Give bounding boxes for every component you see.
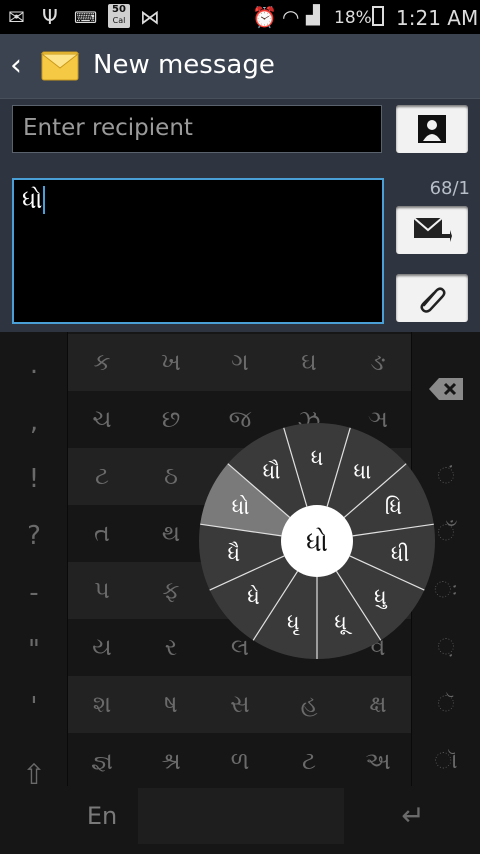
key-ka[interactable]: ક [68, 334, 136, 391]
attach-button[interactable] [396, 274, 468, 322]
status-bar: ✉ Ψ ⌨ 50 Cal ⋈ ⏰ ◠ ▟ 18% 1:21 AM [0, 0, 480, 34]
key-period[interactable]: . [0, 337, 68, 394]
action-bar: ‹ New message [0, 34, 480, 100]
key-single-quote[interactable]: ' [0, 679, 68, 736]
signal-icon: ▟ [306, 5, 320, 26]
key-sa[interactable]: સ [206, 676, 274, 733]
send-button[interactable] [396, 206, 468, 254]
column-separator [67, 332, 68, 786]
calendar-badge-number: 50 [112, 4, 126, 15]
key-dash[interactable]: - [0, 565, 68, 622]
wheel-option[interactable]: ધા [354, 459, 372, 483]
messages-envelope-icon [40, 51, 80, 81]
paperclip-icon [420, 287, 446, 313]
compose-area: ધો 68/1 [0, 166, 480, 332]
wheel-option[interactable]: ધિ [385, 495, 402, 519]
key-ksha[interactable]: ક્ષ [344, 676, 412, 733]
recipient-input[interactable]: Enter recipient [12, 105, 382, 153]
shift-icon[interactable]: ⇧ [0, 746, 68, 803]
contact-person-icon [418, 115, 446, 143]
back-chevron-icon[interactable]: ‹ [10, 48, 22, 83]
mail-icon: ✉ [8, 5, 25, 29]
key-question[interactable]: ? [0, 508, 68, 565]
key-candra-o[interactable]: ૉ [412, 733, 480, 790]
key-tta[interactable]: ટ [68, 448, 136, 505]
key-shra[interactable]: શ્ર [137, 733, 205, 790]
key-kha[interactable]: ખ [137, 334, 205, 391]
key-ttha[interactable]: ઠ [137, 448, 205, 505]
key-row-1: ક ખ ગ ઘ ઙ [68, 334, 412, 391]
page-title: New message [93, 50, 275, 80]
key-ya[interactable]: ય [68, 619, 136, 676]
calendar-badge: 50 Cal [108, 4, 130, 28]
key-a[interactable]: અ [344, 733, 412, 790]
wheel-option[interactable]: ધુ [374, 585, 388, 609]
wheel-option[interactable]: ધૌ [263, 459, 281, 483]
send-envelope-icon [413, 217, 452, 242]
key-gha[interactable]: ઘ [275, 334, 343, 391]
key-jnya[interactable]: જ્ઞ [68, 733, 136, 790]
keyboard-icon: ⌨ [74, 8, 98, 27]
key-candra-e[interactable]: ૅ [412, 676, 480, 733]
key-cha[interactable]: છ [137, 391, 205, 448]
key-pa[interactable]: પ [68, 562, 136, 619]
battery-icon [372, 6, 384, 26]
wheel-option[interactable]: ધૃ [287, 611, 300, 635]
recipient-row: Enter recipient [0, 98, 480, 167]
wheel-option[interactable]: ધો [232, 495, 250, 519]
key-ssa[interactable]: ષ [137, 676, 205, 733]
key-tha[interactable]: થ [137, 505, 205, 562]
vowel-wheel[interactable]: ધધાધિધીધુધૂધૃધેધૈધોધૌ ધો [196, 420, 438, 662]
bowtie-icon: ⋈ [140, 5, 160, 29]
backspace-icon [429, 378, 463, 400]
key-ca[interactable]: ચ [68, 391, 136, 448]
key-row-8: જ્ઞ શ્ર ળ ટ અ [68, 733, 412, 790]
key-row-7: શ ષ સ હ ક્ષ [68, 676, 412, 733]
clock: 1:21 AM [396, 6, 479, 30]
key-nga[interactable]: ઙ [344, 334, 412, 391]
wheel-option[interactable]: ધ [311, 446, 324, 470]
key-double-quote[interactable]: " [0, 622, 68, 679]
enter-icon: ↵ [401, 799, 425, 832]
wheel-option[interactable]: ધૈ [228, 542, 241, 566]
battery-percent: 18% [334, 8, 372, 28]
key-ga[interactable]: ગ [206, 334, 274, 391]
alarm-icon: ⏰ [252, 5, 277, 29]
key-tta-2[interactable]: ટ [275, 733, 343, 790]
message-text: ધો [22, 186, 46, 214]
calendar-badge-label: Cal [112, 16, 126, 25]
key-pha[interactable]: ફ [137, 562, 205, 619]
key-lla[interactable]: ળ [206, 733, 274, 790]
key-ra[interactable]: ર [137, 619, 205, 676]
wheel-option[interactable]: ધી [391, 542, 410, 566]
contacts-button[interactable] [396, 105, 468, 153]
language-key[interactable]: En [68, 788, 136, 844]
enter-key[interactable]: ↵ [346, 788, 480, 844]
key-sha[interactable]: શ [68, 676, 136, 733]
key-comma[interactable]: , [0, 394, 68, 451]
wheel-center-label: ધો [306, 528, 328, 558]
key-ha[interactable]: હ [275, 676, 343, 733]
message-input[interactable]: ધો [12, 178, 384, 324]
key-ta[interactable]: ત [68, 505, 136, 562]
wheel-option[interactable]: ધે [247, 585, 260, 609]
character-counter: 68/1 [429, 178, 470, 199]
key-exclamation[interactable]: ! [0, 451, 68, 508]
space-key[interactable] [138, 788, 344, 844]
usb-icon: Ψ [42, 5, 58, 29]
wifi-icon: ◠ [282, 5, 300, 29]
